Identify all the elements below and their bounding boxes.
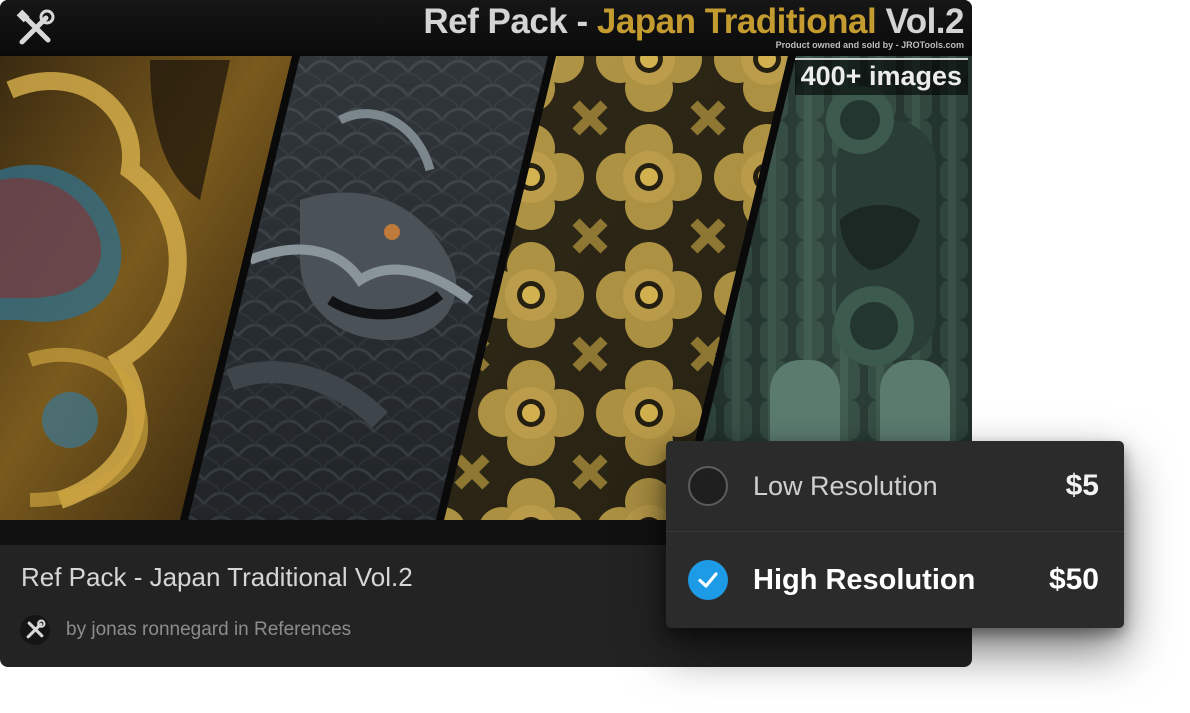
tools-crossed-icon [24, 619, 46, 641]
banner-title: Ref Pack - Japan Traditional Vol.2 [423, 2, 964, 42]
option-label: High Resolution [753, 563, 976, 596]
product-title[interactable]: Ref Pack - Japan Traditional Vol.2 [21, 562, 413, 593]
resolution-selector: Low Resolution $5 High Resolution $50 [666, 441, 1124, 628]
banner-title-part2: Japan Traditional [596, 2, 877, 41]
option-price: $50 [1048, 563, 1099, 596]
radio-unchecked-icon[interactable] [688, 466, 728, 506]
banner-title-part3: Vol.2 [876, 2, 964, 41]
banner-title-part1: Ref Pack - [423, 2, 597, 41]
option-price: $5 [1065, 469, 1099, 502]
option-label: Low Resolution [753, 470, 938, 501]
author-row: by jonas ronnegard in References [20, 614, 351, 646]
banner-header: Ref Pack - Japan Traditional Vol.2 Produ… [0, 0, 972, 56]
option-low-resolution[interactable]: Low Resolution $5 [666, 441, 1124, 532]
tools-crossed-icon [14, 8, 56, 50]
banner-subtitle: Product owned and sold by - JROTools.com [775, 40, 964, 50]
avatar[interactable] [20, 615, 50, 645]
image-count-badge: 400+ images [794, 58, 968, 95]
checkmark-icon [697, 569, 719, 591]
option-high-resolution[interactable]: High Resolution $50 [666, 532, 1124, 628]
radio-checked-icon[interactable] [688, 560, 728, 600]
author-byline[interactable]: by jonas ronnegard in References [66, 619, 351, 641]
